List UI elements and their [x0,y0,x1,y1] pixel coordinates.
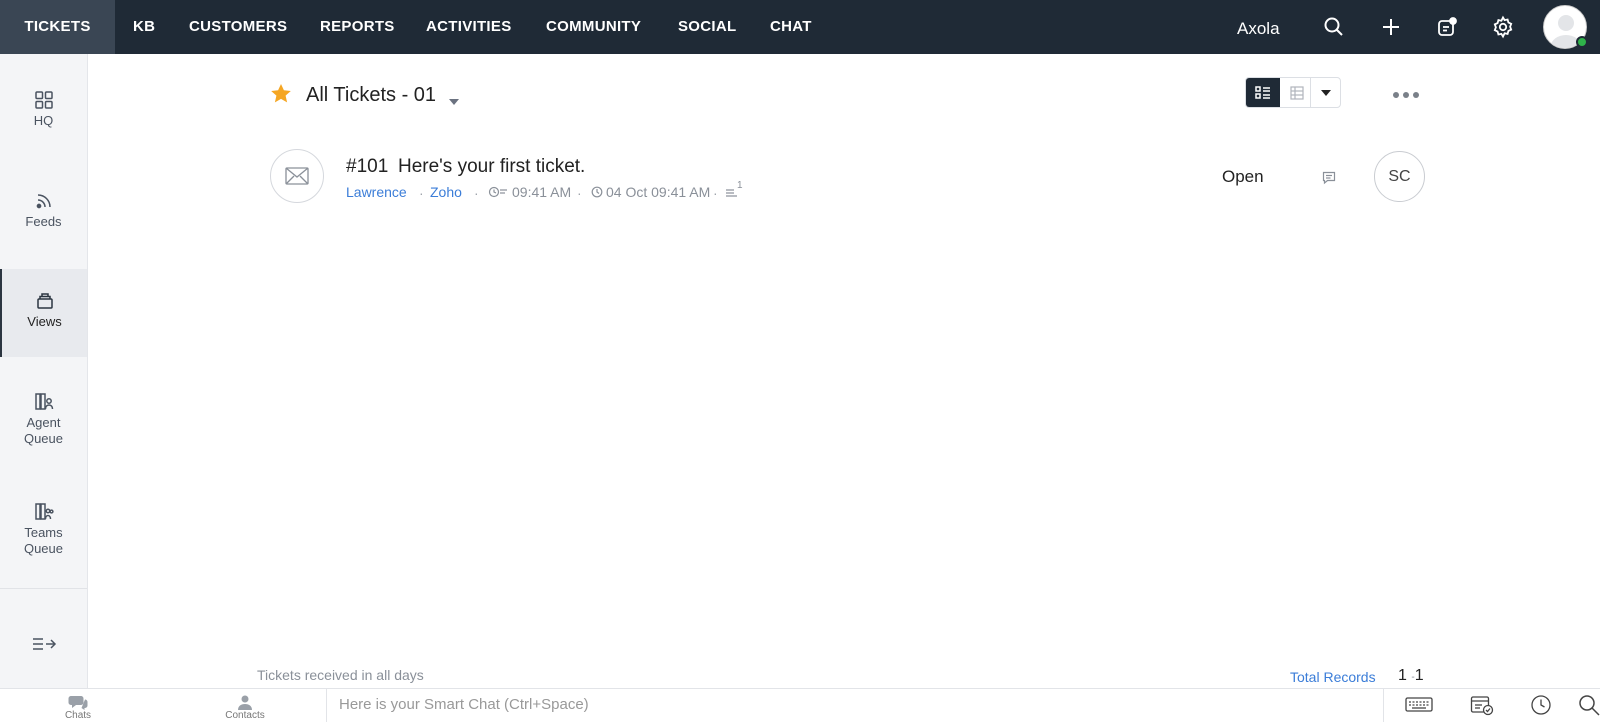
nav-tab-community[interactable]: COMMUNITY [546,0,641,54]
views-icon [36,293,53,309]
sidebar-divider [0,588,87,589]
sidebar-item-agent-queue[interactable]: Agent Queue [0,392,87,447]
search-icon[interactable] [1322,15,1346,39]
chat-bubble-icon [68,696,88,710]
chats-tab[interactable]: Chats [45,689,111,722]
nav-tab-reports[interactable]: REPORTS [320,0,395,54]
table-view-icon [1290,85,1304,100]
nav-tab-kb[interactable]: KB [133,0,155,54]
sidebar-item-label: Views [27,314,62,329]
sidebar-item-hq[interactable]: HQ [0,90,87,129]
table-view-button[interactable] [1280,78,1314,107]
nav-tab-activities[interactable]: ACTIVITIES [426,0,512,54]
history-clock-icon[interactable] [1530,694,1552,721]
caret-down-icon [1320,89,1331,96]
sidebar-item-label-line2: Queue [23,431,64,446]
portal-switcher[interactable]: Axola [1237,0,1280,54]
sidebar-item-label: Feeds [25,214,62,229]
top-navigation-bar: TICKETS KB CUSTOMERS REPORTS ACTIVITIES … [0,0,1600,54]
nav-tab-social[interactable]: SOCIAL [678,0,736,54]
ticket-account-link[interactable]: Zoho [430,184,462,200]
layout-dropdown-button[interactable] [1310,78,1340,107]
nav-tab-chat[interactable]: CHAT [770,0,812,54]
comment-icon[interactable] [1322,171,1336,190]
search-icon[interactable] [1578,694,1600,721]
chats-label: Chats [64,710,92,721]
smart-chat-input[interactable]: Here is your Smart Chat (Ctrl+Space) [326,689,1384,722]
add-icon[interactable] [1379,15,1403,39]
grid-icon [34,91,53,109]
contact-person-icon [238,695,252,710]
separator-dot: · [713,185,718,201]
ticket-filter-text: Tickets received in all days [257,667,424,683]
total-records-link[interactable]: Total Records [1290,669,1376,685]
teams-queue-icon [34,503,54,520]
list-view-icon [1255,85,1270,99]
contacts-label: Contacts [225,710,265,721]
email-channel-icon [270,149,324,203]
separator-dot: · [474,185,479,201]
sidebar-item-feeds[interactable]: Feeds [0,191,87,230]
sidebar-item-label: HQ [33,113,54,128]
records-range: 1 -1 [1398,667,1424,685]
sidebar-item-label: Agent [26,415,61,430]
sidebar-item-label-line2: Queue [23,541,64,556]
layout-toggle-group [1245,77,1341,108]
separator-dot: · [419,185,424,201]
thread-count: 1 [737,180,743,191]
assignee-avatar[interactable]: SC [1374,151,1425,202]
left-sidebar: HQ Feeds Views Agent Queue Teams Queue [0,54,88,688]
records-range-start: 1 [1398,667,1407,684]
ticket-status[interactable]: Open [1222,167,1264,187]
clock-icon [591,184,603,200]
view-selector-title[interactable]: All Tickets - 01 [306,84,436,107]
sidebar-item-teams-queue[interactable]: Teams Queue [0,502,87,557]
sidebar-item-label: Teams [24,525,63,540]
notifications-icon[interactable] [1435,15,1459,39]
expand-arrow-icon [32,638,56,650]
ticket-subject[interactable]: Here's your first ticket. [398,156,585,178]
agent-queue-icon [34,393,53,410]
task-checklist-icon[interactable] [1470,694,1494,721]
favorite-star-icon[interactable] [269,82,293,111]
list-view-button[interactable] [1246,78,1280,107]
response-time-icon [488,184,508,200]
ticket-number[interactable]: #101 [346,156,388,178]
nav-tab-tickets[interactable]: TICKETS [0,0,115,54]
contacts-tab[interactable]: Contacts [210,689,280,722]
sidebar-item-views[interactable]: Views [0,269,87,357]
sidebar-expand-button[interactable] [0,634,87,657]
more-options-icon[interactable] [1392,86,1420,104]
ticket-response-time: 09:41 AM [512,184,572,200]
bottom-bar: Chats Contacts Here is your Smart Chat (… [0,688,1600,722]
feeds-icon [36,194,51,209]
ticket-created-time: 04 Oct 09:41 AM [606,184,711,200]
online-status-dot [1576,36,1588,48]
records-range-end: 1 [1414,667,1424,684]
nav-tab-customers[interactable]: CUSTOMERS [189,0,287,54]
separator-dot: · [577,185,582,201]
ticket-contact-link[interactable]: Lawrence [346,184,407,200]
keyboard-icon[interactable] [1405,694,1433,719]
chevron-down-icon[interactable] [448,93,460,111]
gear-icon[interactable] [1491,15,1515,39]
